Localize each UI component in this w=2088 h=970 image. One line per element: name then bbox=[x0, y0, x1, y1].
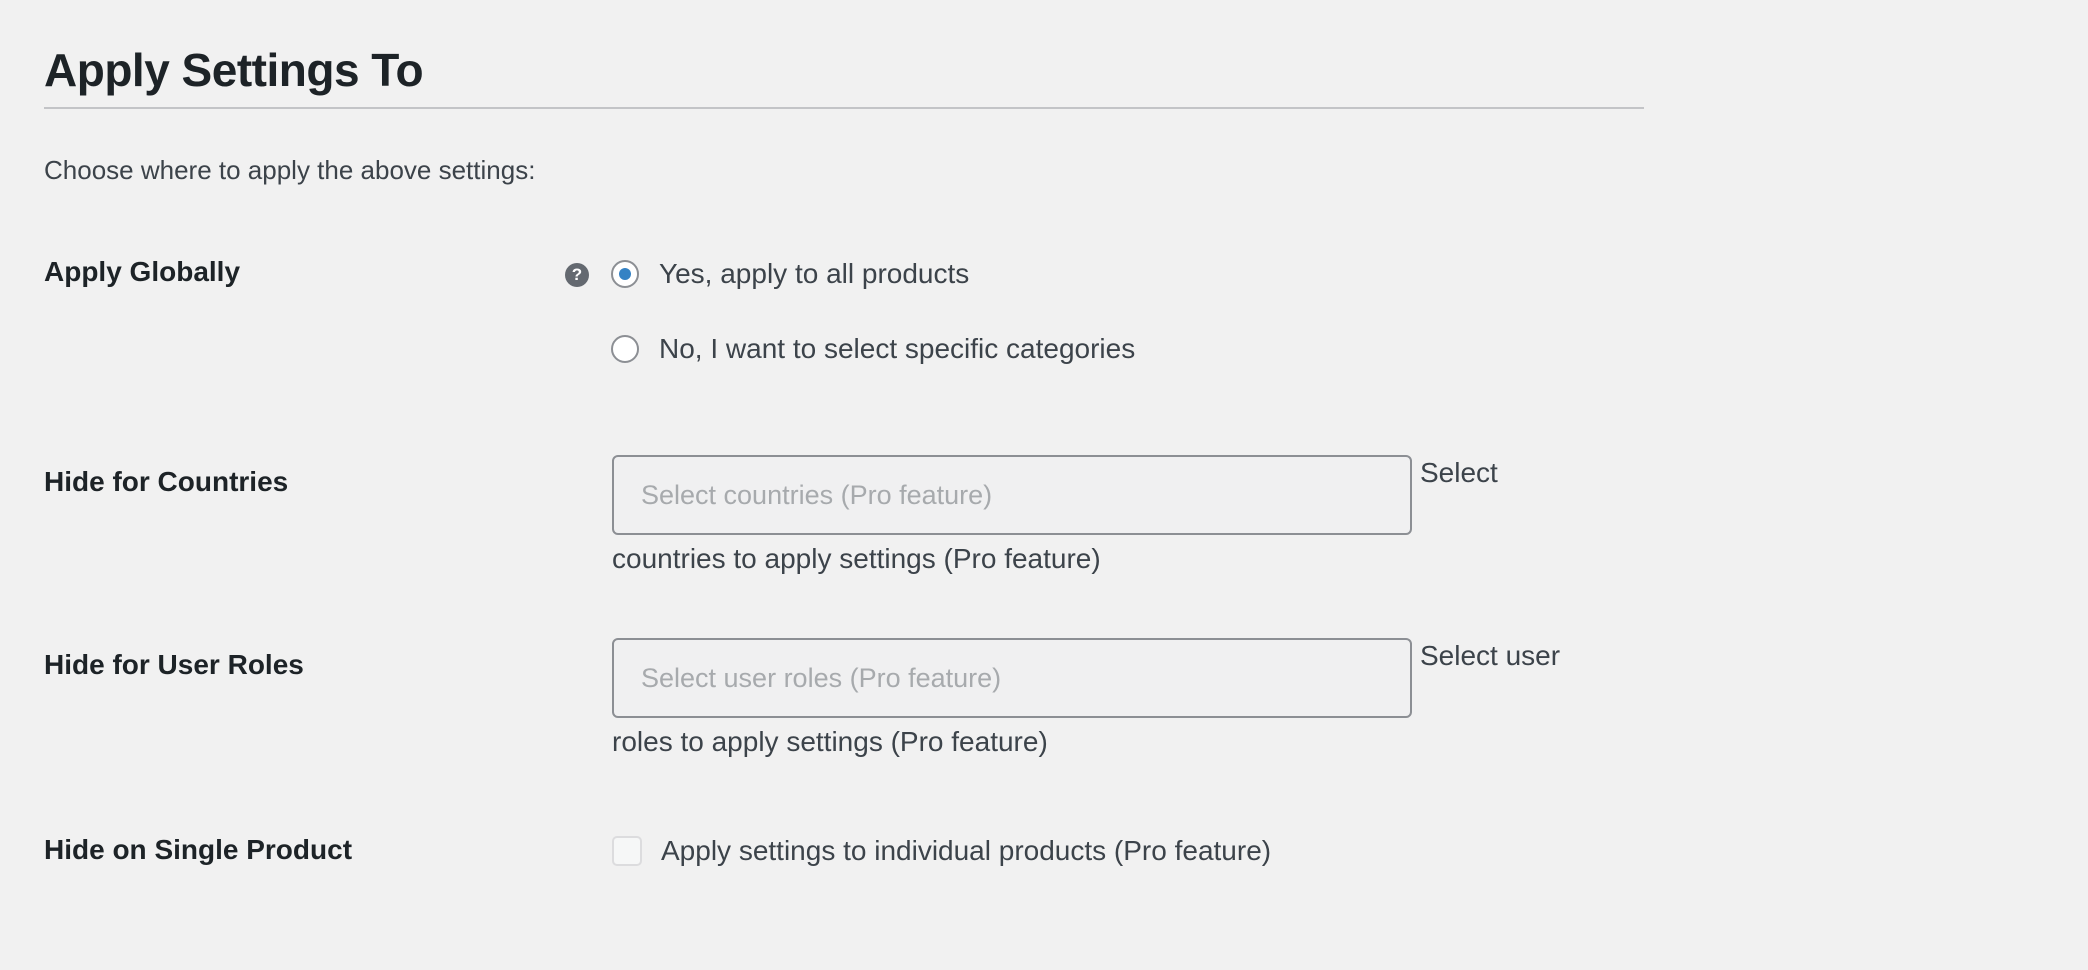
radio-option-label: No, I want to select specific categories bbox=[659, 333, 1136, 364]
countries-select[interactable]: Select countries (Pro feature) bbox=[612, 455, 1412, 535]
section-title: Apply Settings To bbox=[44, 44, 424, 96]
question-circle-icon[interactable]: ? bbox=[565, 263, 589, 287]
user-roles-select-placeholder: Select user roles (Pro feature) bbox=[641, 663, 1002, 693]
title-divider bbox=[44, 107, 1644, 109]
radio-button-unchecked[interactable] bbox=[611, 335, 639, 363]
hide-user-roles-label: Hide for User Roles bbox=[44, 649, 304, 680]
hide-countries-label: Hide for Countries bbox=[44, 466, 289, 497]
section-intro: Choose where to apply the above settings… bbox=[44, 155, 536, 185]
user-roles-select[interactable]: Select user roles (Pro feature) bbox=[612, 638, 1412, 718]
settings-page: Apply Settings To Choose where to apply … bbox=[0, 0, 2088, 970]
radio-apply-all-products[interactable]: Yes, apply to all products bbox=[611, 256, 969, 292]
radio-select-specific-categories[interactable]: No, I want to select specific categories bbox=[611, 331, 1135, 367]
single-product-checkbox[interactable] bbox=[612, 836, 642, 866]
single-product-checkbox-option[interactable]: Apply settings to individual products (P… bbox=[612, 833, 1271, 869]
countries-description-line1: Select bbox=[1420, 457, 1498, 488]
apply-globally-label: Apply Globally bbox=[44, 256, 241, 287]
radio-button-checked[interactable] bbox=[611, 260, 639, 288]
user-roles-description-line1: Select user bbox=[1420, 640, 1561, 671]
hide-single-product-label: Hide on Single Product bbox=[44, 834, 353, 865]
user-roles-description-line2: roles to apply settings (Pro feature) bbox=[612, 726, 1048, 757]
single-product-checkbox-label: Apply settings to individual products (P… bbox=[661, 835, 1272, 866]
countries-description-line2: countries to apply settings (Pro feature… bbox=[612, 543, 1101, 574]
countries-select-placeholder: Select countries (Pro feature) bbox=[641, 480, 993, 510]
radio-option-label: Yes, apply to all products bbox=[659, 258, 970, 289]
